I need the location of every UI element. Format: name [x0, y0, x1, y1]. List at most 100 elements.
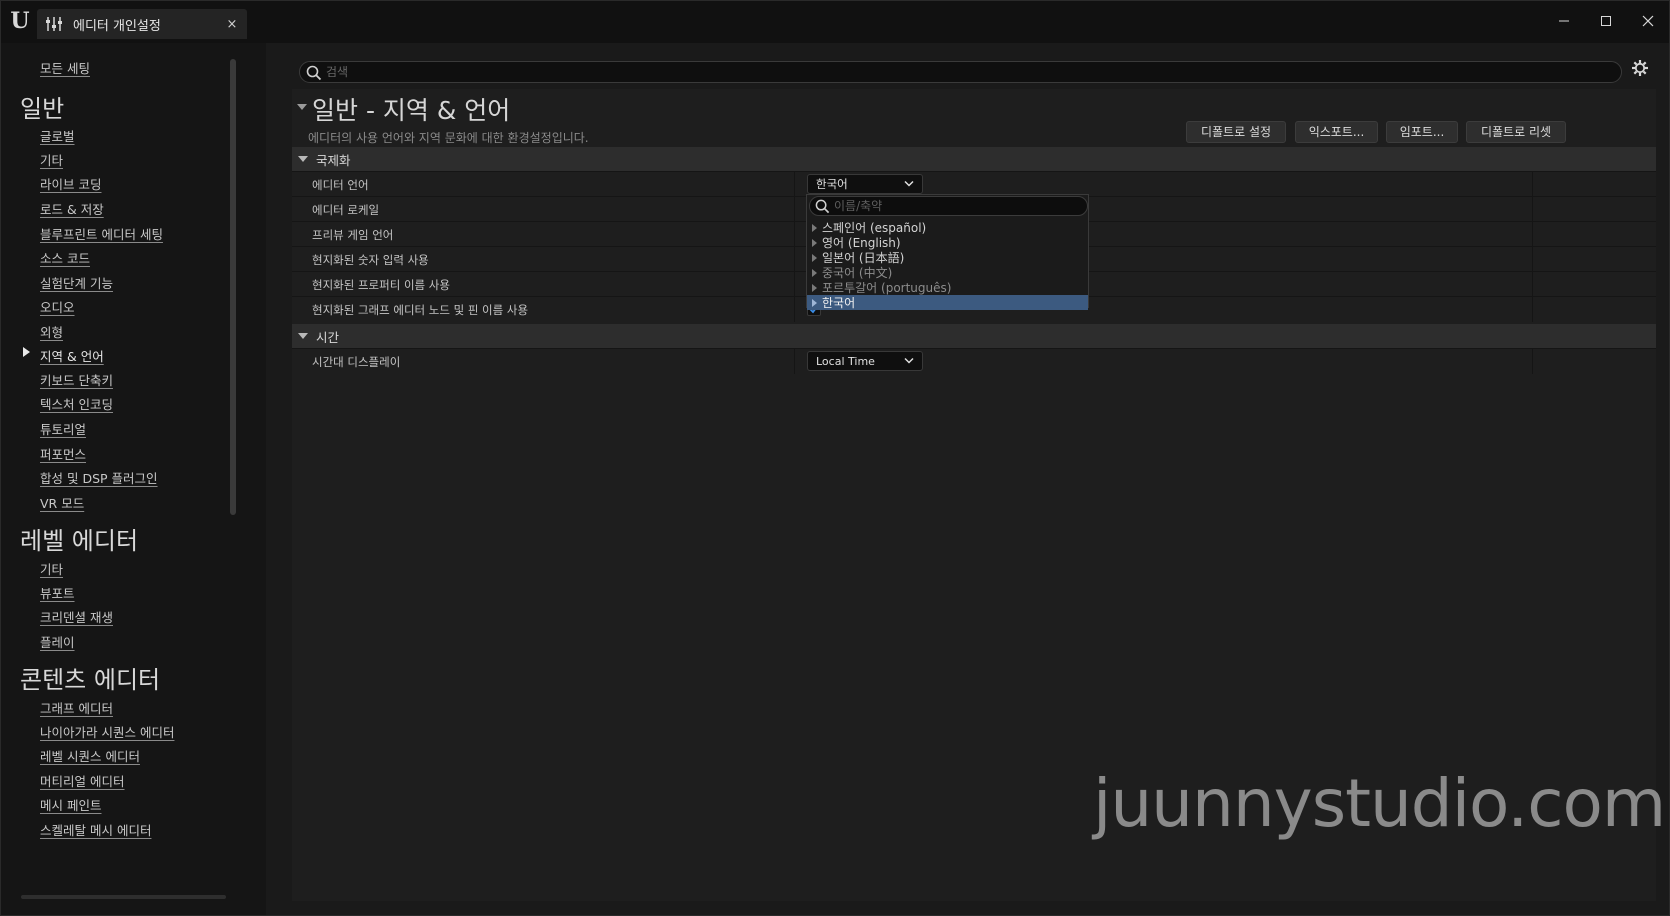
sidebar-item-audio[interactable]: 오디오 — [40, 297, 75, 316]
chevron-down-icon — [904, 357, 914, 364]
tab-editor-preferences[interactable]: 에디터 개인설정 × — [37, 9, 247, 39]
expand-caret-icon — [298, 333, 308, 339]
reset-to-defaults-button[interactable]: 디폴트로 리셋 — [1466, 121, 1566, 143]
editor-preferences-window: U 에디터 개인설정 × 모든 세팅 일반 글로벌 기타 라이브 코딩 로드 &… — [0, 0, 1670, 916]
search-box[interactable] — [299, 61, 1622, 83]
editor-language-combo[interactable]: 한국어 — [807, 174, 923, 194]
sidebar-item-region-language[interactable]: 지역 & 언어 — [40, 346, 104, 365]
property-name: 에디터 로케일 — [312, 203, 380, 217]
language-option-chinese[interactable]: 중국어 (中文) — [807, 265, 1088, 280]
category-time[interactable]: 시간 — [292, 324, 1656, 348]
expand-arrow-icon[interactable] — [812, 223, 817, 232]
collapse-section-icon[interactable] — [297, 104, 307, 110]
language-option-english[interactable]: 영어 (English) — [807, 235, 1088, 250]
category-label: 국제화 — [316, 152, 351, 168]
column-divider — [1532, 172, 1533, 197]
chevron-down-icon — [904, 180, 914, 187]
search-input[interactable] — [326, 62, 1606, 82]
gear-icon[interactable] — [1631, 59, 1649, 77]
property-row-timezone-display: 시간대 디스플레이 Local Time — [292, 348, 1656, 374]
language-option-spanish[interactable]: 스페인어 (español) — [807, 220, 1088, 235]
sidebar-item-graph-editor[interactable]: 그래프 에디터 — [40, 698, 113, 717]
sidebar-item-load-save[interactable]: 로드 & 저장 — [40, 199, 104, 218]
property-name: 시간대 디스플레이 — [312, 355, 401, 369]
minimize-button[interactable] — [1543, 1, 1585, 41]
column-divider — [1532, 197, 1533, 222]
set-as-default-button[interactable]: 디폴트로 설정 — [1186, 121, 1286, 143]
expand-arrow-icon[interactable] — [812, 268, 817, 277]
language-option-japanese[interactable]: 일본어 (日本語) — [807, 250, 1088, 265]
sidebar-item-play[interactable]: 플레이 — [40, 632, 75, 651]
sidebar-item-keyboard-shortcuts[interactable]: 키보드 단축키 — [40, 370, 113, 389]
expand-arrow-icon[interactable] — [812, 298, 817, 307]
watermark-text: juunnystudio.com — [1093, 765, 1666, 842]
sidebar-category-content-editors: 콘텐츠 에디터 — [20, 666, 161, 694]
sidebar-item-texture-encoding[interactable]: 텍스처 인코딩 — [40, 394, 113, 413]
sidebar-item-experimental[interactable]: 실험단계 기능 — [40, 273, 113, 292]
column-divider[interactable] — [794, 297, 795, 322]
column-divider — [1532, 297, 1533, 322]
sidebar-item-blueprint-editor[interactable]: 블루프린트 에디터 세팅 — [40, 224, 163, 243]
category-internationalization[interactable]: 국제화 — [292, 147, 1656, 171]
sidebar-item-material-editor[interactable]: 머티리얼 에디터 — [40, 771, 124, 790]
sidebar-item-level-misc[interactable]: 기타 — [40, 559, 63, 578]
column-divider[interactable] — [794, 222, 795, 247]
sidebar-scrollbar[interactable] — [230, 59, 236, 515]
page-title: 일반 - 지역 & 언어 — [312, 96, 511, 125]
close-window-button[interactable] — [1627, 1, 1669, 41]
sidebar-category-general: 일반 — [20, 95, 65, 123]
minimize-icon — [1559, 20, 1569, 22]
language-dropdown-menu: 스페인어 (español) 영어 (English) 일본어 (日本語) 중국… — [806, 194, 1089, 310]
search-icon — [306, 65, 322, 81]
export-button[interactable]: 익스포트... — [1295, 121, 1378, 143]
column-divider[interactable] — [794, 272, 795, 297]
property-row-editor-language: 에디터 언어 한국어 — [292, 171, 1656, 197]
active-item-arrow-icon — [23, 347, 30, 357]
column-divider[interactable] — [794, 349, 795, 374]
property-name: 현지화된 숫자 입력 사용 — [312, 253, 429, 267]
language-option-korean[interactable]: 한국어 — [807, 295, 1088, 310]
language-option-label: 한국어 — [822, 296, 856, 310]
sidebar-item-source-code[interactable]: 소스 코드 — [40, 248, 90, 267]
sidebar-item-mesh-paint[interactable]: 메시 페인트 — [40, 795, 101, 814]
window-controls — [1543, 1, 1669, 41]
sidebar-item-niagara-sequence-editor[interactable]: 나이아가라 시퀀스 에디터 — [40, 722, 174, 741]
sidebar-item-misc[interactable]: 기타 — [40, 150, 63, 169]
search-icon — [815, 199, 830, 214]
column-divider[interactable] — [794, 197, 795, 222]
page-description: 에디터의 사용 언어와 지역 문화에 대한 환경설정입니다. — [308, 131, 589, 145]
sidebar-horizontal-scrollbar[interactable] — [21, 895, 226, 899]
column-divider[interactable] — [794, 172, 795, 197]
sidebar-item-skeletal-mesh-editor[interactable]: 스켈레탈 메시 에디터 — [40, 820, 151, 839]
close-icon — [1642, 15, 1654, 27]
sidebar-item-viewports[interactable]: 뷰포트 — [40, 583, 75, 602]
title-bar: U 에디터 개인설정 × — [1, 1, 1669, 43]
sidebar-item-live-coding[interactable]: 라이브 코딩 — [40, 174, 101, 193]
import-button[interactable]: 임포트... — [1386, 121, 1458, 143]
language-search-input[interactable] — [834, 197, 1074, 215]
language-option-portuguese[interactable]: 포르투갈어 (português) — [807, 280, 1088, 295]
sidebar-item-credential-playback[interactable]: 크리덴셜 재생 — [40, 607, 113, 626]
language-search-box[interactable] — [809, 196, 1088, 216]
column-divider — [1532, 349, 1533, 374]
property-name: 현지화된 그래프 에디터 노드 및 핀 이름 사용 — [312, 303, 529, 317]
expand-arrow-icon[interactable] — [812, 283, 817, 292]
sidebar-item-performance[interactable]: 퍼포먼스 — [40, 444, 86, 463]
sidebar-item-synthesis-dsp[interactable]: 합성 및 DSP 플러그인 — [40, 468, 158, 487]
column-divider[interactable] — [794, 247, 795, 272]
sidebar-item-level-sequence-editor[interactable]: 레벨 시퀀스 에디터 — [40, 746, 140, 765]
timezone-display-combo[interactable]: Local Time — [807, 351, 923, 371]
sidebar-item-vr-mode[interactable]: VR 모드 — [40, 493, 84, 512]
expand-arrow-icon[interactable] — [812, 238, 817, 247]
sidebar-item-tutorials[interactable]: 튜토리얼 — [40, 419, 86, 438]
sidebar-item-global[interactable]: 글로벌 — [40, 126, 75, 145]
sidebar-item-appearance[interactable]: 외형 — [40, 322, 63, 341]
sliders-icon — [46, 17, 62, 31]
maximize-icon — [1601, 16, 1611, 26]
sidebar-link-all-settings[interactable]: 모든 세팅 — [40, 58, 90, 77]
close-tab-icon[interactable]: × — [221, 17, 243, 32]
category-label: 시간 — [316, 329, 340, 345]
combo-value: 한국어 — [816, 177, 848, 191]
maximize-button[interactable] — [1585, 1, 1627, 41]
expand-arrow-icon[interactable] — [812, 253, 817, 262]
